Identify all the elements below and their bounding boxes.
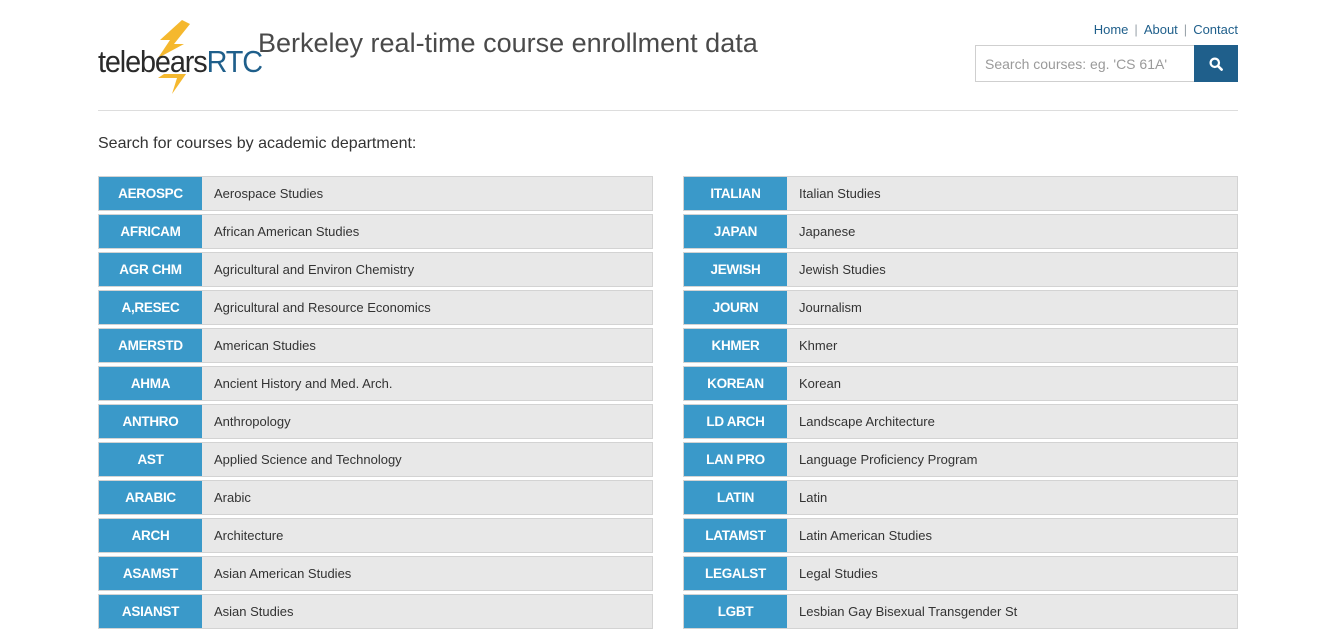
department-code[interactable]: A,RESEC <box>99 291 202 324</box>
department-name[interactable]: Jewish Studies <box>787 253 886 286</box>
search-button[interactable] <box>1194 45 1238 82</box>
department-row[interactable]: KHMER Khmer <box>683 328 1238 363</box>
department-name[interactable]: Aerospace Studies <box>202 177 323 210</box>
department-row[interactable]: JEWISH Jewish Studies <box>683 252 1238 287</box>
department-name[interactable]: Japanese <box>787 215 855 248</box>
department-code[interactable]: ARABIC <box>99 481 202 514</box>
department-code[interactable]: AHMA <box>99 367 202 400</box>
department-row[interactable]: ARCH Architecture <box>98 518 653 553</box>
department-name[interactable]: Italian Studies <box>787 177 881 210</box>
department-code[interactable]: KHMER <box>684 329 787 362</box>
department-code[interactable]: LGBT <box>684 595 787 628</box>
department-row[interactable]: LEGALST Legal Studies <box>683 556 1238 591</box>
department-name[interactable]: Agricultural and Environ Chemistry <box>202 253 414 286</box>
department-code[interactable]: ANTHRO <box>99 405 202 438</box>
department-row[interactable]: KOREAN Korean <box>683 366 1238 401</box>
department-code[interactable]: AFRICAM <box>99 215 202 248</box>
department-code[interactable]: LATAMST <box>684 519 787 552</box>
department-name[interactable]: Asian Studies <box>202 595 294 628</box>
department-code[interactable]: JAPAN <box>684 215 787 248</box>
department-code[interactable]: LATIN <box>684 481 787 514</box>
department-code[interactable]: JOURN <box>684 291 787 324</box>
department-code[interactable]: AST <box>99 443 202 476</box>
department-code[interactable]: KOREAN <box>684 367 787 400</box>
logo-wordmark: telebearsRTC <box>98 42 264 82</box>
department-name[interactable]: Language Proficiency Program <box>787 443 978 476</box>
logo-brand-part1: telebears <box>98 44 208 79</box>
department-name[interactable]: Korean <box>787 367 841 400</box>
department-row[interactable]: AEROSPC Aerospace Studies <box>98 176 653 211</box>
department-code[interactable]: AMERSTD <box>99 329 202 362</box>
nav-contact-link[interactable]: Contact <box>1193 22 1238 37</box>
department-code[interactable]: LD ARCH <box>684 405 787 438</box>
department-list-left: AEROSPC Aerospace Studies AFRICAM African … <box>98 176 653 632</box>
department-code[interactable]: AEROSPC <box>99 177 202 210</box>
department-name[interactable]: Anthropology <box>202 405 291 438</box>
department-row[interactable]: AST Applied Science and Technology <box>98 442 653 477</box>
department-code[interactable]: ITALIAN <box>684 177 787 210</box>
department-name[interactable]: Journalism <box>787 291 862 324</box>
department-name[interactable]: Ancient History and Med. Arch. <box>202 367 392 400</box>
department-list-right: ITALIAN Italian Studies JAPAN Japanese JEW… <box>683 176 1238 632</box>
department-row[interactable]: JAPAN Japanese <box>683 214 1238 249</box>
department-name[interactable]: Khmer <box>787 329 837 362</box>
department-row[interactable]: A,RESEC Agricultural and Resource Economi… <box>98 290 653 325</box>
department-name[interactable]: Lesbian Gay Bisexual Transgender St <box>787 595 1017 628</box>
department-code[interactable]: AGR CHM <box>99 253 202 286</box>
department-row[interactable]: LAN PRO Language Proficiency Program <box>683 442 1238 477</box>
department-name[interactable]: Latin American Studies <box>787 519 932 552</box>
page-title: Berkeley real-time course enrollment dat… <box>258 28 758 58</box>
department-name[interactable]: Latin <box>787 481 827 514</box>
department-name[interactable]: American Studies <box>202 329 316 362</box>
department-code[interactable]: LEGALST <box>684 557 787 590</box>
logo-brand-part2: RTC <box>206 44 264 79</box>
department-row[interactable]: ASIANST Asian Studies <box>98 594 653 629</box>
site-logo[interactable]: telebearsRTC <box>98 20 263 96</box>
search-input[interactable] <box>975 45 1194 82</box>
department-name[interactable]: Legal Studies <box>787 557 878 590</box>
department-row[interactable]: LATAMST Latin American Studies <box>683 518 1238 553</box>
department-code[interactable]: ARCH <box>99 519 202 552</box>
department-row[interactable]: LATIN Latin <box>683 480 1238 515</box>
department-name[interactable]: Asian American Studies <box>202 557 351 590</box>
course-search <box>975 45 1238 82</box>
department-name[interactable]: Agricultural and Resource Economics <box>202 291 431 324</box>
nav-about-link[interactable]: About <box>1144 22 1178 37</box>
department-row[interactable]: ARABIC Arabic <box>98 480 653 515</box>
department-row[interactable]: JOURN Journalism <box>683 290 1238 325</box>
nav-separator: | <box>1183 22 1188 37</box>
search-icon <box>1209 57 1223 71</box>
department-code[interactable]: ASIANST <box>99 595 202 628</box>
department-row[interactable]: AGR CHM Agricultural and Environ Chemistr… <box>98 252 653 287</box>
department-row[interactable]: LGBT Lesbian Gay Bisexual Transgender St <box>683 594 1238 629</box>
department-code[interactable]: JEWISH <box>684 253 787 286</box>
nav-home-link[interactable]: Home <box>1094 22 1129 37</box>
department-row[interactable]: ANTHRO Anthropology <box>98 404 653 439</box>
department-name[interactable]: Arabic <box>202 481 251 514</box>
department-name[interactable]: African American Studies <box>202 215 359 248</box>
page: telebearsRTC Berkeley real-time course e… <box>0 0 1335 629</box>
department-row[interactable]: ASAMST Asian American Studies <box>98 556 653 591</box>
department-row[interactable]: AHMA Ancient History and Med. Arch. <box>98 366 653 401</box>
section-heading: Search for courses by academic departmen… <box>98 135 417 152</box>
top-nav: Home | About | Contact <box>1094 21 1238 39</box>
department-name[interactable]: Applied Science and Technology <box>202 443 402 476</box>
department-code[interactable]: LAN PRO <box>684 443 787 476</box>
department-row[interactable]: AFRICAM African American Studies <box>98 214 653 249</box>
nav-separator: | <box>1134 22 1138 37</box>
department-name[interactable]: Architecture <box>202 519 283 552</box>
department-row[interactable]: ITALIAN Italian Studies <box>683 176 1238 211</box>
department-name[interactable]: Landscape Architecture <box>787 405 935 438</box>
department-row[interactable]: LD ARCH Landscape Architecture <box>683 404 1238 439</box>
header-divider <box>98 110 1238 111</box>
department-code[interactable]: ASAMST <box>99 557 202 590</box>
department-row[interactable]: AMERSTD American Studies <box>98 328 653 363</box>
